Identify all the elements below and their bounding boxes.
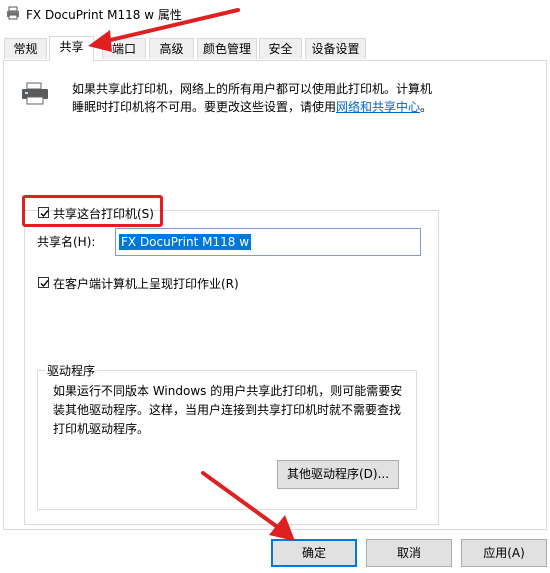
tab-device-settings[interactable]: 设备设置 <box>305 38 366 59</box>
cancel-button[interactable]: 取消 <box>366 539 452 567</box>
checkmark-icon <box>40 280 49 288</box>
render-jobs-label[interactable]: 在客户端计算机上呈现打印作业(R) <box>53 275 239 292</box>
share-name-value: FX DocuPrint M118 w <box>119 234 252 250</box>
annotation-arrow-icon <box>201 471 295 541</box>
drivers-description: 如果运行不同版本 Windows 的用户共享此打印机，则可能需要安装其他驱动程序… <box>53 384 403 436</box>
share-name-input[interactable]: FX DocuPrint M118 w <box>115 228 421 256</box>
drivers-legend: 驱动程序 <box>45 362 98 379</box>
printer-icon <box>22 82 48 105</box>
info-line-2-prefix: 睡眠时打印机将不可用。要更改这些设置，请使用 <box>72 100 337 114</box>
tab-general[interactable]: 常规 <box>4 38 47 59</box>
printer-icon <box>7 6 19 20</box>
share-name-label: 共享名(H): <box>37 235 96 249</box>
network-sharing-center-link[interactable]: 网络和共享中心 <box>336 100 420 114</box>
tab-security[interactable]: 安全 <box>259 38 302 59</box>
annotation-highlight-box <box>22 195 163 227</box>
info-line-2: 睡眠时打印机将不可用。要更改这些设置，请使用网络和共享中心。 <box>72 98 452 116</box>
apply-button[interactable]: 应用(A) <box>461 539 547 567</box>
render-jobs-checkbox[interactable] <box>38 277 49 288</box>
annotation-arrow-icon <box>88 8 240 52</box>
sharing-info-text: 如果共享此打印机，网络上的所有用户都可以使用此打印机。计算机 睡眠时打印机将不可… <box>72 80 452 116</box>
info-line-1: 如果共享此打印机，网络上的所有用户都可以使用此打印机。计算机 <box>72 82 433 96</box>
info-line-2-suffix: 。 <box>420 100 433 114</box>
